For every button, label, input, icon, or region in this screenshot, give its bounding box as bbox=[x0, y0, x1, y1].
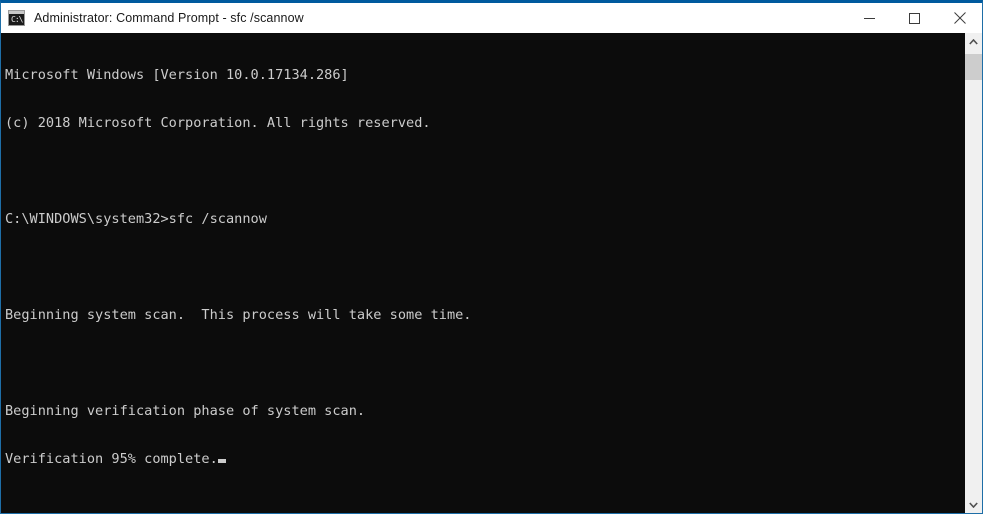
window-controls bbox=[847, 3, 982, 33]
console-icon-titlestrip bbox=[9, 11, 24, 14]
window-title: Administrator: Command Prompt - sfc /sca… bbox=[34, 11, 304, 25]
scroll-down-button[interactable] bbox=[965, 496, 982, 513]
chevron-up-icon bbox=[969, 38, 978, 45]
minimize-icon bbox=[864, 17, 875, 19]
console-line: Beginning system scan. This process will… bbox=[5, 307, 472, 323]
console-line-command: C:\WINDOWS\system32>sfc /scannow bbox=[5, 211, 267, 227]
scrollbar-thumb[interactable] bbox=[965, 54, 982, 80]
minimize-button[interactable] bbox=[847, 3, 892, 33]
progress-text: Verification 95% complete. bbox=[5, 451, 218, 467]
console-line-progress: Verification 95% complete. bbox=[5, 451, 964, 467]
console-line: Beginning verification phase of system s… bbox=[5, 403, 366, 419]
chevron-down-icon bbox=[969, 501, 978, 508]
vertical-scrollbar[interactable] bbox=[964, 33, 982, 513]
title-bar[interactable]: C:\ Administrator: Command Prompt - sfc … bbox=[1, 3, 982, 33]
console-area: Microsoft Windows [Version 10.0.17134.28… bbox=[1, 33, 982, 513]
scroll-up-button[interactable] bbox=[965, 33, 982, 50]
maximize-icon bbox=[909, 12, 920, 24]
close-icon bbox=[953, 12, 966, 24]
maximize-button[interactable] bbox=[892, 3, 937, 33]
console-line: Microsoft Windows [Version 10.0.17134.28… bbox=[5, 67, 349, 83]
console-icon: C:\ bbox=[8, 10, 25, 26]
text-cursor bbox=[217, 459, 226, 463]
command-prompt-window: C:\ Administrator: Command Prompt - sfc … bbox=[0, 0, 983, 514]
console-output[interactable]: Microsoft Windows [Version 10.0.17134.28… bbox=[1, 33, 964, 513]
console-icon-glyph: C:\ bbox=[11, 15, 23, 24]
title-bar-left: C:\ Administrator: Command Prompt - sfc … bbox=[1, 3, 847, 33]
close-button[interactable] bbox=[937, 3, 982, 33]
console-line: (c) 2018 Microsoft Corporation. All righ… bbox=[5, 115, 431, 131]
scrollbar-track[interactable] bbox=[965, 50, 982, 496]
